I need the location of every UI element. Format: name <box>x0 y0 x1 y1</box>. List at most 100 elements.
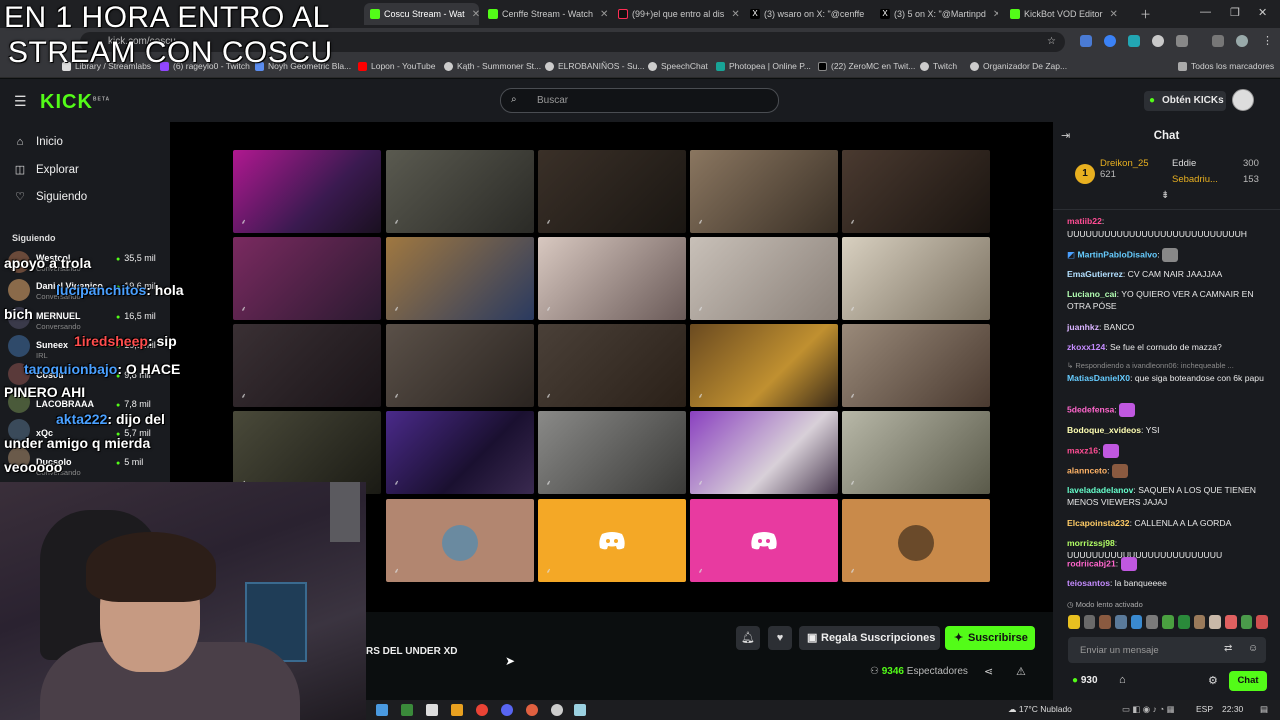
emote-icon[interactable] <box>1083 615 1096 629</box>
reply-context[interactable]: ↳ Respondiendo a ivandleonn06: inchequea… <box>1067 360 1272 372</box>
video-tile: ⸙ <box>538 150 686 233</box>
share-icon[interactable]: ⋖ <box>984 665 993 678</box>
discord-icon[interactable] <box>501 704 513 716</box>
emote-icon[interactable] <box>1146 615 1159 629</box>
language-indicator[interactable]: ESP <box>1196 704 1213 714</box>
get-kicks-button[interactable]: ● Obtén KICKs <box>1144 91 1226 111</box>
extension-icon[interactable] <box>1152 35 1164 47</box>
menu-dots-icon[interactable]: ⋮ <box>1262 34 1273 47</box>
tab-kickbot[interactable]: KickBot VOD Editor ✕ <box>1010 3 1128 25</box>
report-icon[interactable]: ⚠ <box>1016 665 1026 678</box>
emote-icon[interactable] <box>1256 615 1268 629</box>
kick-coin-icon: ● <box>1149 95 1156 106</box>
close-tab-icon[interactable]: ✕ <box>731 9 739 20</box>
avatar[interactable] <box>8 279 30 301</box>
emote-icon[interactable] <box>1130 615 1143 629</box>
extension-icon[interactable] <box>1104 35 1116 47</box>
tab-cenffe-stream[interactable]: Cenffe Stream - Watch ✕ <box>488 3 608 25</box>
emote-icon[interactable] <box>1162 615 1174 629</box>
nav-home[interactable]: ⌂ Inicio <box>14 136 63 148</box>
expand-leaderboard-icon[interactable]: ⇟ <box>1161 190 1169 201</box>
channel-points[interactable]: ● 930 <box>1072 675 1098 686</box>
search-input[interactable]: ⌕ Buscar <box>500 88 779 113</box>
leader-1[interactable]: Dreikon_25 621 <box>1100 158 1149 180</box>
chat-message: Elcapoinsta232: CALLENLA A LA GORDA <box>1067 518 1232 528</box>
hamburger-menu-icon[interactable]: ☰ <box>14 93 27 110</box>
notification-bell-button[interactable]: 🔔︎ <box>736 626 760 650</box>
extension-icon[interactable] <box>1080 35 1092 47</box>
minimize-icon[interactable]: — <box>1200 6 1211 18</box>
new-tab-icon[interactable]: ＋ <box>1140 6 1151 22</box>
chat-message: MatiasDanielX0: que siga boteandose con … <box>1067 373 1264 383</box>
close-tab-icon[interactable]: ✕ <box>1110 9 1118 20</box>
taskbar-app-icon[interactable] <box>376 704 388 716</box>
bookmark-item[interactable]: Kąth - Summoner St... <box>444 61 541 71</box>
bookmark-item[interactable]: Organizador De Zap... <box>970 61 1067 71</box>
weather-widget[interactable]: ☁ 17°C Nublado <box>1008 704 1072 715</box>
leader-2[interactable]: Eddie <box>1172 158 1196 169</box>
stream-title: RS DEL UNDER XD <box>366 646 458 657</box>
settings-gear-icon[interactable]: ⚙ <box>1208 674 1218 687</box>
emote-icon[interactable] <box>1240 615 1253 629</box>
kick-logo[interactable]: KICKBETA <box>40 91 110 114</box>
bookmark-item[interactable]: Twitch <box>920 61 957 71</box>
emoji-icon[interactable]: ☺ <box>1248 643 1258 654</box>
gift-subs-button[interactable]: ▣ Regala Suscripciones <box>799 626 940 650</box>
close-tab-icon[interactable]: ✕ <box>472 9 479 20</box>
taskbar-app-icon[interactable] <box>551 704 563 716</box>
taskbar-app-icon[interactable] <box>574 704 586 716</box>
bookmark-item[interactable]: SpeechChat <box>648 61 708 71</box>
emote-icon[interactable] <box>1209 615 1221 629</box>
tab-x-wsaro[interactable]: X (3) wsaro on X: "@cenffe ✕ <box>750 3 870 25</box>
close-tab-icon[interactable]: ✕ <box>993 9 998 20</box>
tray-icons[interactable]: ▭ ◧ ◉ ♪ ◔ ▦ <box>1122 704 1175 715</box>
notifications-icon[interactable]: ▤ <box>1260 704 1268 715</box>
taskbar-app-icon[interactable] <box>451 704 463 716</box>
tab-x-martin[interactable]: X (3) 5 on X: "@Martinpd ✕ <box>880 3 998 25</box>
translate-icon[interactable]: ⇄ <box>1224 643 1232 654</box>
emote-icon[interactable] <box>1115 615 1127 629</box>
chrome-icon[interactable] <box>476 704 488 716</box>
user-avatar[interactable] <box>1232 89 1254 111</box>
bookmark-item[interactable]: ELROBANIÑOS - Su... <box>545 61 644 71</box>
all-bookmarks[interactable]: Todos los marcadores <box>1178 61 1274 71</box>
tab-coscu-stream[interactable]: Coscu Stream - Wat ✕ <box>364 3 479 25</box>
video-tile: ⸙ <box>690 150 838 233</box>
bookmark-item[interactable]: Lopon - YouTube <box>358 61 435 71</box>
overlay-chat-line: under amigo q mierda <box>4 435 151 451</box>
tab-tiktok[interactable]: (99+)el que entro al dis ✕ <box>618 3 760 25</box>
taskbar-app-icon[interactable] <box>526 704 538 716</box>
taskbar-app-icon[interactable] <box>426 704 438 716</box>
subscribe-button[interactable]: ✦ Suscribirse <box>945 626 1035 650</box>
emote-icon[interactable] <box>1177 615 1190 629</box>
follow-heart-button[interactable]: ♥ <box>768 626 792 650</box>
bookmark-item[interactable]: Photopea | Online P... <box>716 61 811 71</box>
puzzle-icon[interactable] <box>1176 35 1188 47</box>
close-tab-icon[interactable]: ✕ <box>600 9 608 20</box>
emote-icon[interactable] <box>1193 615 1206 629</box>
clock-icon: ◷ <box>1067 600 1076 609</box>
send-chat-button[interactable]: Chat <box>1229 671 1267 691</box>
downloads-icon[interactable] <box>1212 35 1224 47</box>
extension-icon[interactable] <box>1128 35 1140 47</box>
nav-explore[interactable]: ◫ Explorar <box>14 163 79 177</box>
maximize-icon[interactable]: ❐ <box>1230 6 1240 19</box>
nav-following[interactable]: ♡ Siguiendo <box>14 190 87 204</box>
following-channel[interactable]: MERNUELConversando16,5 mil <box>36 311 160 331</box>
profile-icon[interactable] <box>1236 35 1248 47</box>
avatar[interactable] <box>8 335 30 357</box>
chat-message-input[interactable]: Enviar un mensaje ⇄ ☺ <box>1068 637 1266 663</box>
store-icon[interactable]: ⌂ <box>1119 674 1126 686</box>
clock[interactable]: 22:30 <box>1222 704 1243 714</box>
emote-icon[interactable] <box>1068 615 1080 629</box>
following-channel[interactable]: LACOBRAAA7,8 mil <box>36 399 160 409</box>
close-window-icon[interactable]: ✕ <box>1258 6 1267 19</box>
following-section-title: Siguiendo <box>12 233 56 243</box>
leader-3[interactable]: Sebadriu... <box>1172 174 1218 185</box>
video-tile: ⸙ <box>386 150 534 233</box>
taskbar-app-icon[interactable] <box>401 704 413 716</box>
bookmark-item[interactable]: (22) ZeroMC en Twit... <box>818 61 915 71</box>
emote-icon[interactable] <box>1224 615 1237 629</box>
emote-icon[interactable] <box>1099 615 1112 629</box>
bookmark-star-icon[interactable]: ☆ <box>1047 36 1056 47</box>
